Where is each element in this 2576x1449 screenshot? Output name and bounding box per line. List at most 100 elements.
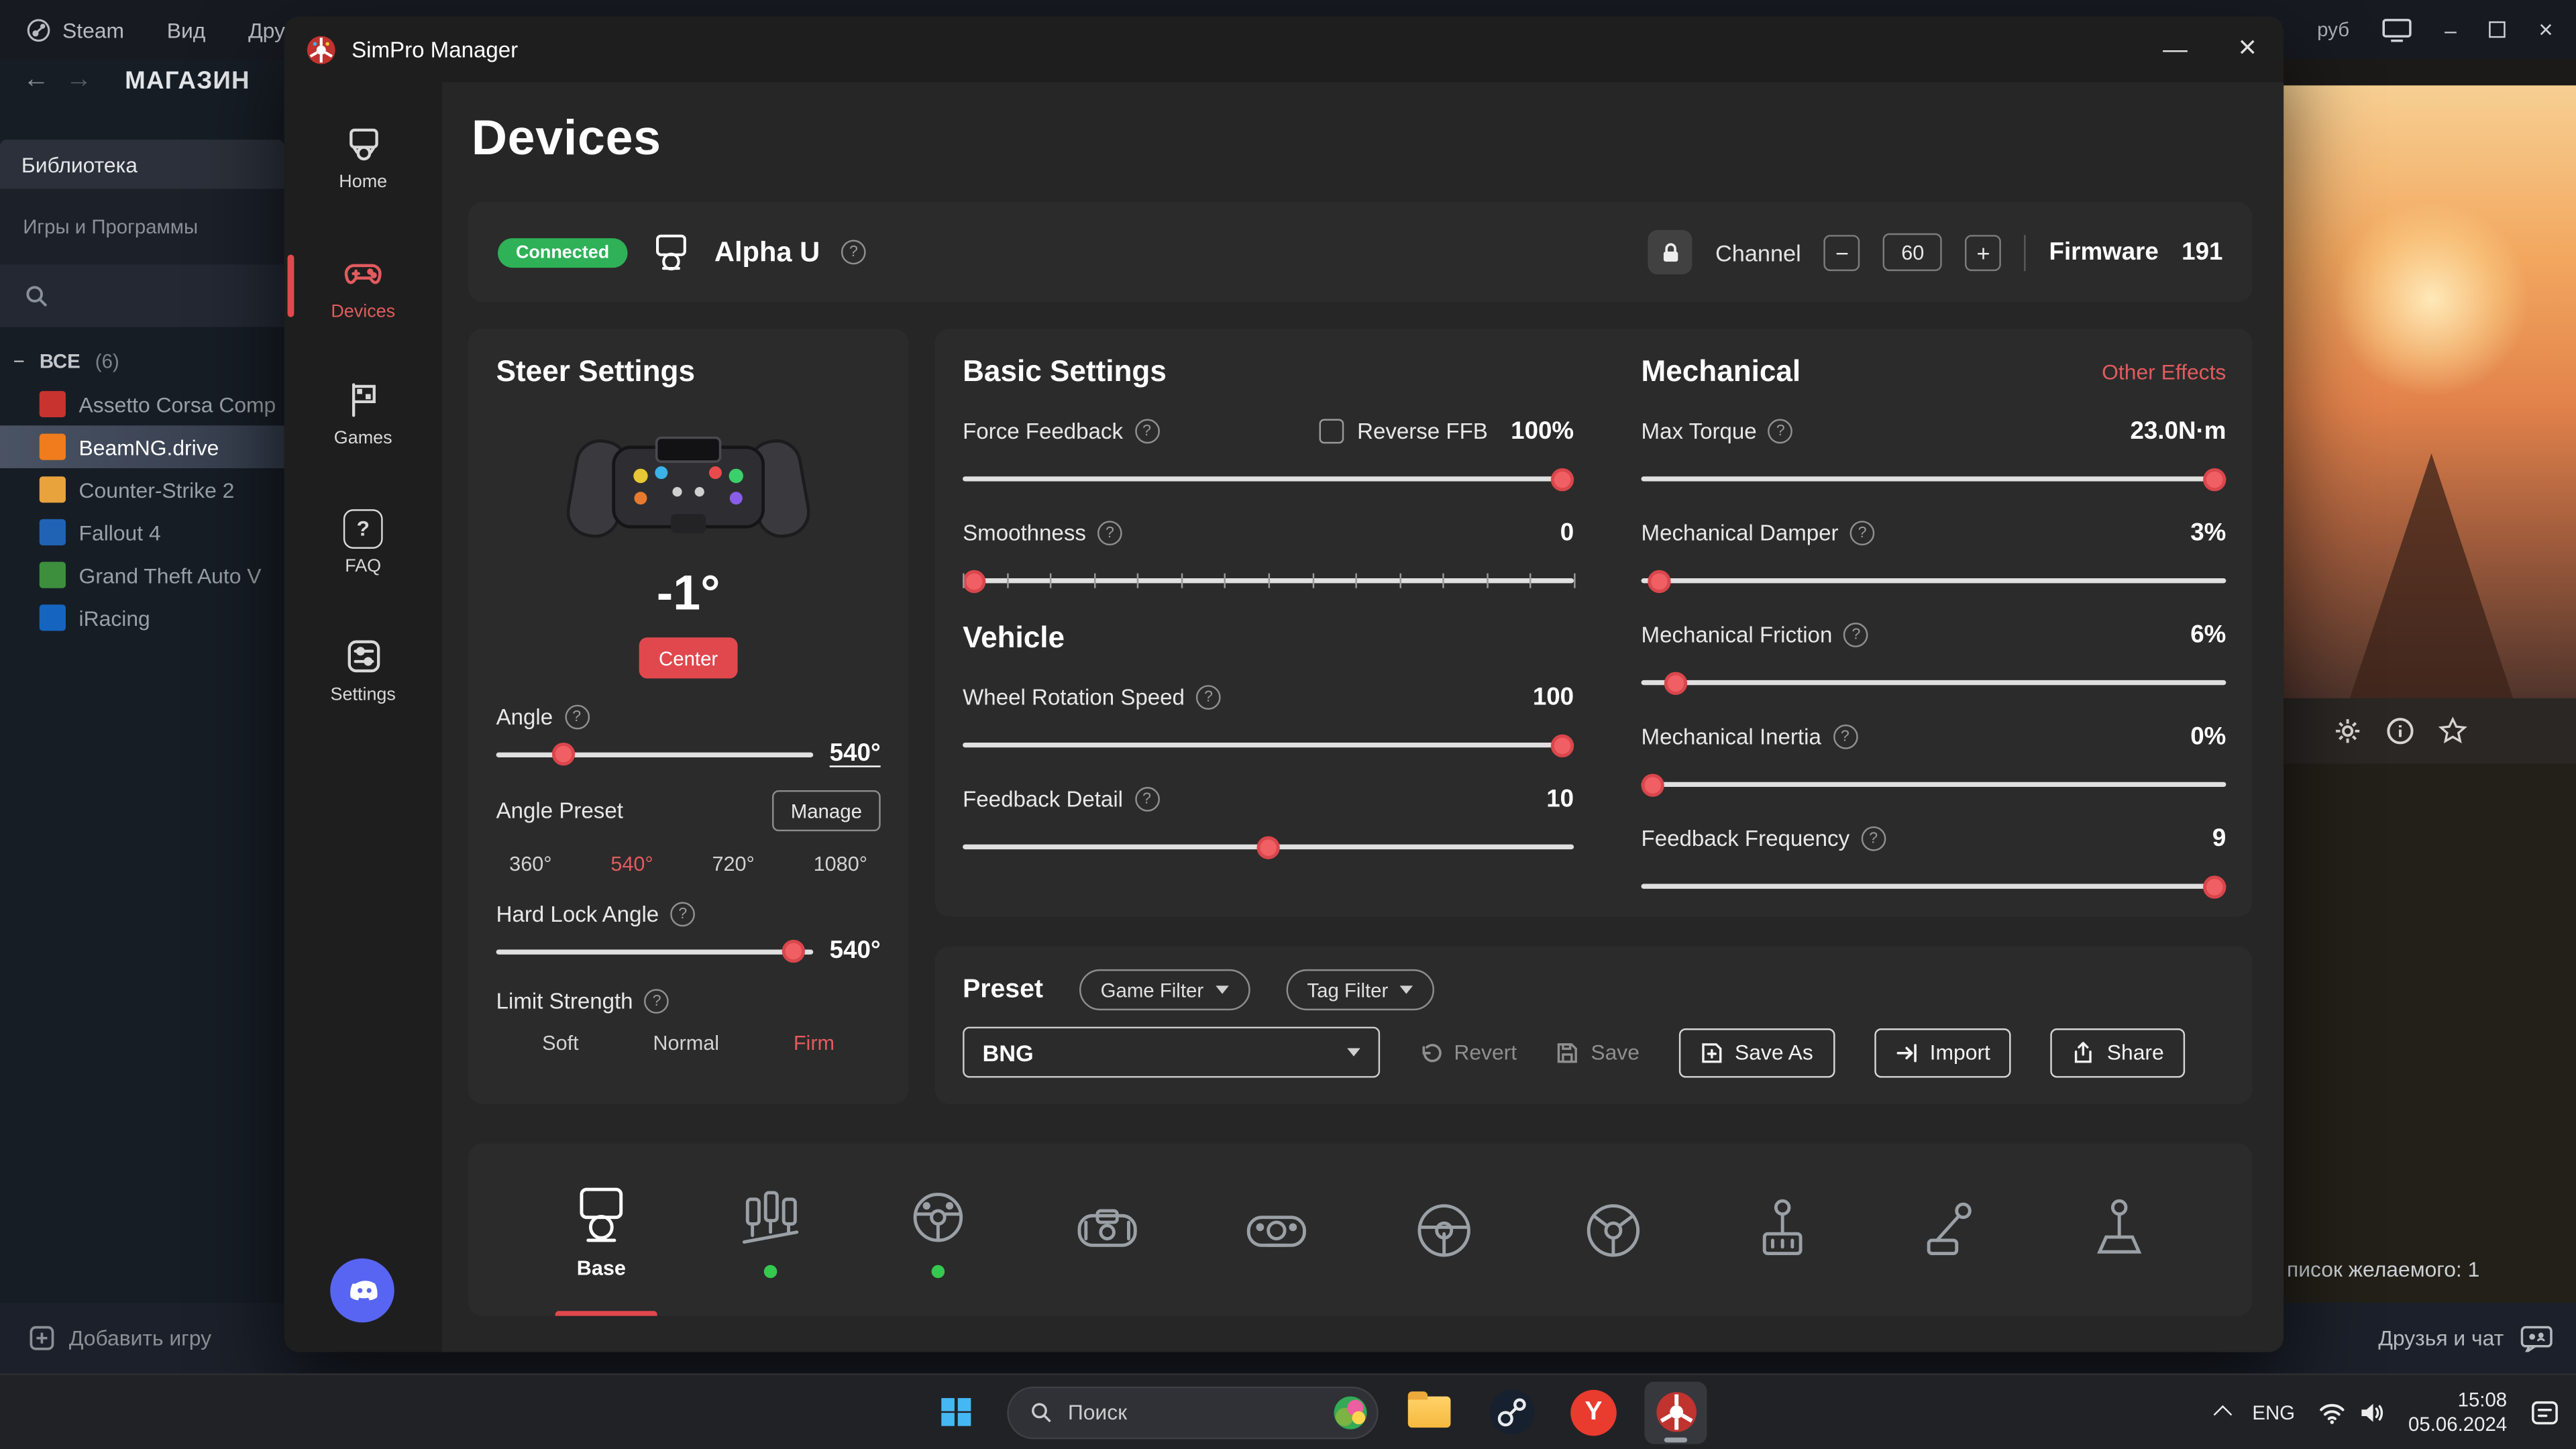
game-row-beamng[interactable]: BeamNG.drive [0, 425, 284, 468]
preset-720[interactable]: 720° [712, 853, 754, 875]
game-row-gtav[interactable]: Grand Theft Auto V [0, 553, 284, 596]
game-filter-dropdown[interactable]: Game Filter [1079, 969, 1250, 1010]
force-feedback-help-icon[interactable]: ? [1134, 418, 1159, 443]
taskbar-simpro[interactable] [1644, 1381, 1707, 1443]
rotation-speed-slider[interactable] [963, 731, 1574, 757]
app-close-button[interactable]: × [2211, 16, 2284, 82]
limit-soft[interactable]: Soft [542, 1032, 578, 1055]
feedback-frequency-help-icon[interactable]: ? [1861, 826, 1886, 851]
add-game-button[interactable]: Добавить игру [0, 1326, 211, 1350]
games-programs-header[interactable]: Игры и Программы [0, 189, 284, 265]
friends-chat-button[interactable]: Друзья и чат [2378, 1325, 2576, 1351]
steam-maximize-button[interactable] [2489, 21, 2506, 38]
carousel-item-gt-wheel-1[interactable] [1393, 1193, 1495, 1266]
info-icon[interactable] [2385, 716, 2415, 746]
reverse-ffb-checkbox[interactable] [1320, 418, 1344, 443]
taskbar-explorer[interactable] [1398, 1381, 1460, 1443]
feedback-detail-slider[interactable] [963, 833, 1574, 859]
carousel-item-sequential-shifter[interactable] [2068, 1193, 2170, 1266]
feedback-detail-help-icon[interactable]: ? [1134, 786, 1159, 811]
mech-friction-help-icon[interactable]: ? [1843, 622, 1868, 647]
share-button[interactable]: Share [2051, 1028, 2186, 1077]
angle-value[interactable]: 540° [830, 739, 881, 767]
notifications-icon[interactable] [2530, 1397, 2559, 1427]
save-as-button[interactable]: Save As [1679, 1028, 1835, 1077]
forward-arrow[interactable]: → [66, 66, 92, 95]
carousel-item-handbrake[interactable] [1900, 1193, 2002, 1266]
steam-menu-view[interactable]: Вид [167, 17, 206, 42]
import-button[interactable]: Import [1874, 1028, 2011, 1077]
group-all[interactable]: − ВСЕ (6) [0, 327, 284, 382]
channel-minus-button[interactable]: − [1824, 234, 1860, 270]
smoothness-help-icon[interactable]: ? [1097, 520, 1122, 545]
start-button[interactable] [925, 1381, 987, 1443]
limit-normal[interactable]: Normal [653, 1032, 719, 1055]
mech-friction-slider[interactable] [1642, 669, 2226, 695]
preset-1080[interactable]: 1080° [814, 853, 867, 875]
back-arrow[interactable]: ← [23, 66, 49, 95]
store-hero-image[interactable] [2284, 85, 2576, 700]
channel-value[interactable]: 60 [1883, 233, 1942, 271]
manage-button[interactable]: Manage [772, 790, 881, 831]
taskbar-yandex[interactable]: Y [1562, 1381, 1625, 1443]
feedback-frequency-slider[interactable] [1642, 872, 2226, 898]
carousel-item-formula-rim-2[interactable] [1225, 1193, 1327, 1266]
wishlist-count[interactable]: писок желаемого: 1 [2287, 1256, 2479, 1281]
game-row-cs2[interactable]: Counter-Strike 2 [0, 468, 284, 511]
carousel-item-steering-wheel[interactable] [888, 1182, 989, 1277]
mech-damper-slider[interactable] [1642, 567, 2226, 593]
carousel-item-formula-rim-1[interactable] [1057, 1193, 1159, 1266]
library-search[interactable] [0, 264, 284, 327]
language-indicator[interactable]: ENG [2252, 1401, 2295, 1424]
library-tab[interactable]: Библиотека [0, 140, 284, 189]
device-info-icon[interactable]: ? [841, 240, 866, 265]
sidebar-item-games[interactable]: Games [284, 362, 442, 467]
max-torque-help-icon[interactable]: ? [1768, 418, 1793, 443]
carousel-item-pedals[interactable] [719, 1182, 821, 1277]
tray-chevron-up-icon[interactable] [2213, 1405, 2232, 1424]
stream-monitor-icon[interactable] [2382, 17, 2412, 42]
taskbar-search[interactable]: Поиск [1007, 1386, 1378, 1438]
tray-status-icons[interactable] [2318, 1401, 2385, 1424]
smoothness-slider[interactable] [963, 567, 1574, 593]
force-feedback-slider[interactable] [963, 465, 1574, 491]
limit-firm[interactable]: Firm [794, 1032, 835, 1055]
limit-strength-help-icon[interactable]: ? [645, 989, 669, 1014]
sidebar-item-devices[interactable]: Devices [284, 233, 442, 339]
store-tab[interactable]: МАГАЗИН [125, 66, 250, 95]
carousel-item-shifter[interactable] [1731, 1193, 1833, 1266]
star-icon[interactable] [2438, 716, 2467, 746]
game-row-iracing[interactable]: iRacing [0, 596, 284, 639]
game-row-assetto[interactable]: Assetto Corsa Comp [0, 383, 284, 426]
tray-clock[interactable]: 15:08 05.06.2024 [2408, 1387, 2507, 1436]
rotation-speed-help-icon[interactable]: ? [1196, 684, 1221, 709]
preset-select[interactable]: BNG [963, 1027, 1380, 1078]
sidebar-item-settings[interactable]: Settings [284, 618, 442, 723]
discord-button[interactable] [330, 1258, 394, 1323]
center-button[interactable]: Center [639, 637, 738, 678]
collapse-icon[interactable]: − [13, 350, 25, 373]
steam-menu-steam[interactable]: Steam [26, 17, 124, 42]
mech-inertia-help-icon[interactable]: ? [1833, 724, 1858, 749]
preset-360[interactable]: 360° [509, 853, 551, 875]
game-row-fallout4[interactable]: Fallout 4 [0, 511, 284, 554]
taskbar-steam[interactable] [1481, 1381, 1543, 1443]
sidebar-item-faq[interactable]: ? FAQ [284, 490, 442, 595]
preset-540[interactable]: 540° [610, 853, 653, 875]
carousel-item-base[interactable]: Base [550, 1179, 652, 1279]
save-button[interactable]: Save [1556, 1040, 1640, 1065]
steam-close-button[interactable]: × [2538, 15, 2553, 44]
mech-damper-help-icon[interactable]: ? [1850, 520, 1875, 545]
channel-plus-button[interactable]: + [1966, 234, 2002, 270]
lock-button[interactable] [1648, 230, 1693, 274]
hard-lock-slider[interactable] [496, 937, 814, 963]
steam-minimize-button[interactable]: – [2445, 17, 2457, 42]
angle-help-icon[interactable]: ? [564, 705, 589, 730]
mech-inertia-slider[interactable] [1642, 771, 2226, 797]
angle-slider[interactable] [496, 740, 814, 766]
sidebar-item-home[interactable]: Home [284, 105, 442, 211]
carousel-item-gt-wheel-2[interactable] [1562, 1193, 1664, 1266]
revert-button[interactable]: Revert [1419, 1040, 1517, 1065]
gear-icon[interactable] [2333, 716, 2363, 746]
hard-lock-help-icon[interactable]: ? [670, 902, 695, 926]
